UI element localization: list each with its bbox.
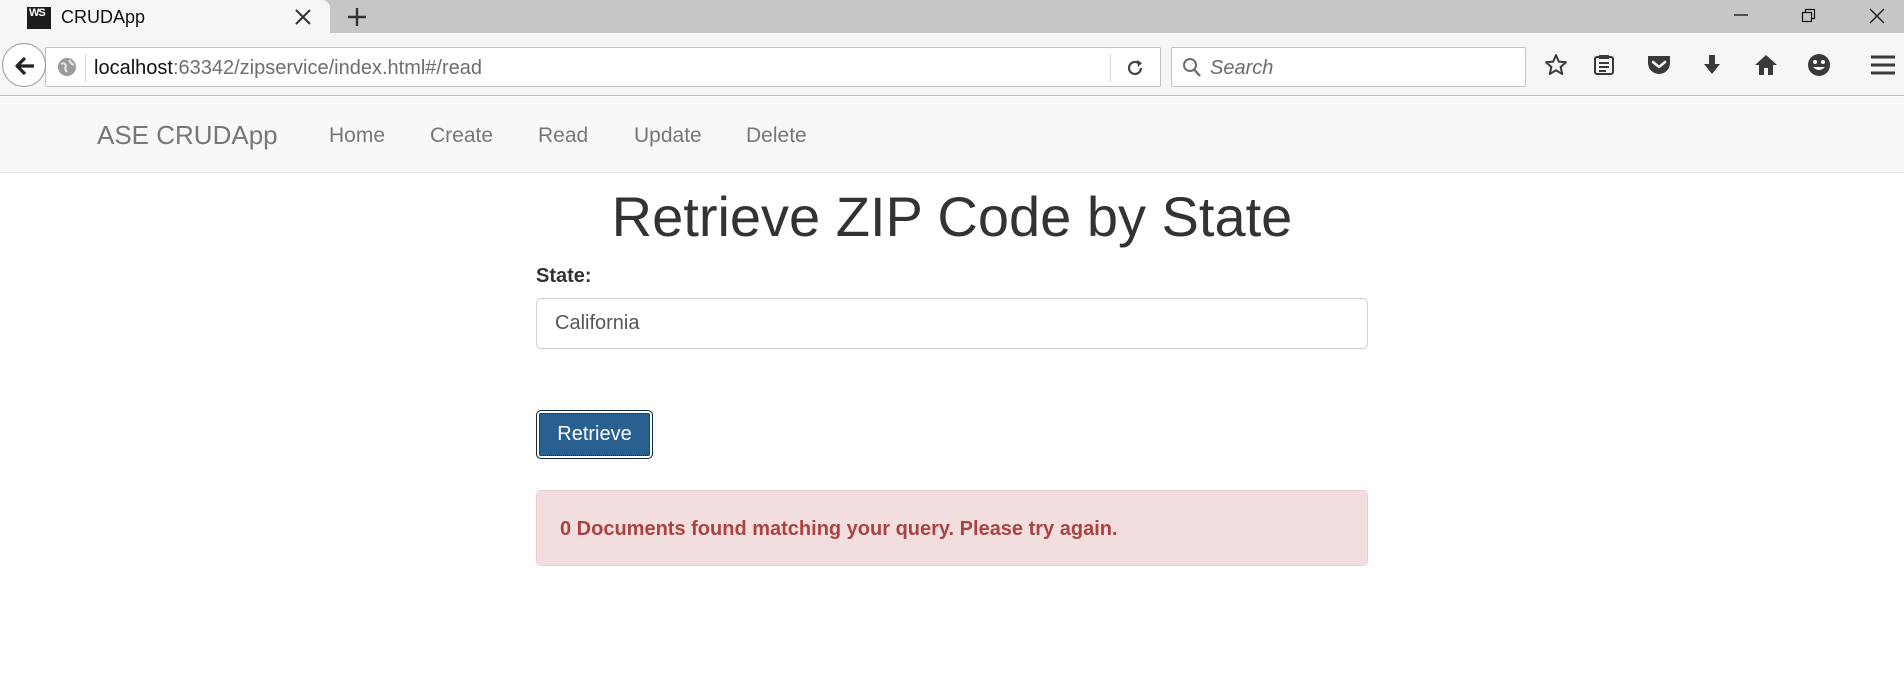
globe-icon xyxy=(56,56,78,78)
search-icon xyxy=(1182,57,1202,84)
nav-item-read[interactable]: Read xyxy=(538,124,588,148)
search-input[interactable]: Search xyxy=(1210,57,1273,80)
browser-tabbar: WS CRUDApp xyxy=(0,0,1904,34)
state-label: State: xyxy=(536,265,592,287)
nav-item-home[interactable]: Home xyxy=(329,124,385,148)
url-bar[interactable]: localhost:63342/zipservice/index.html#/r… xyxy=(45,47,1161,87)
nav-item-update[interactable]: Update xyxy=(634,124,702,148)
state-input[interactable] xyxy=(536,298,1368,349)
navbar-brand[interactable]: ASE CRUDApp xyxy=(97,120,278,151)
restore-icon[interactable] xyxy=(1780,0,1836,30)
download-icon[interactable] xyxy=(1696,49,1728,81)
url-host: localhost xyxy=(94,57,173,79)
nav-item-create[interactable]: Create xyxy=(430,124,493,148)
minimize-icon[interactable] xyxy=(1712,0,1768,30)
reload-divider xyxy=(1110,54,1111,82)
app-navbar: ASE CRUDApp Home Create Read Update Dele… xyxy=(0,97,1904,173)
back-arrow-icon xyxy=(15,56,34,76)
browser-tab[interactable]: WS CRUDApp xyxy=(0,0,330,34)
nav-item-delete[interactable]: Delete xyxy=(746,124,807,148)
pocket-icon[interactable] xyxy=(1642,49,1674,81)
back-button[interactable] xyxy=(2,43,46,87)
browser-toolbar: localhost:63342/zipservice/index.html#/r… xyxy=(0,33,1904,96)
tab-title: CRUDApp xyxy=(61,7,146,27)
bookmark-star-icon[interactable] xyxy=(1540,49,1572,81)
retrieve-button[interactable]: Retrieve xyxy=(536,410,653,459)
reload-icon[interactable] xyxy=(1124,57,1146,79)
favicon-icon: WS xyxy=(27,7,51,29)
emoji-icon[interactable] xyxy=(1803,49,1835,81)
error-alert: 0 Documents found matching your query. P… xyxy=(536,490,1368,566)
page-title: Retrieve ZIP Code by State xyxy=(611,185,1293,248)
reading-list-icon[interactable] xyxy=(1588,49,1620,81)
alert-message: 0 Documents found matching your query. P… xyxy=(560,518,1118,540)
window-close-icon[interactable] xyxy=(1848,0,1904,30)
url-divider xyxy=(85,54,86,82)
plus-icon[interactable] xyxy=(344,4,370,30)
menu-icon[interactable] xyxy=(1866,49,1898,81)
url-path: :63342/zipservice/index.html#/read xyxy=(172,57,482,79)
home-icon[interactable] xyxy=(1750,49,1782,81)
search-box[interactable]: Search xyxy=(1171,47,1526,87)
close-icon[interactable] xyxy=(292,6,314,28)
url-text[interactable]: localhost:63342/zipservice/index.html#/r… xyxy=(94,57,482,80)
